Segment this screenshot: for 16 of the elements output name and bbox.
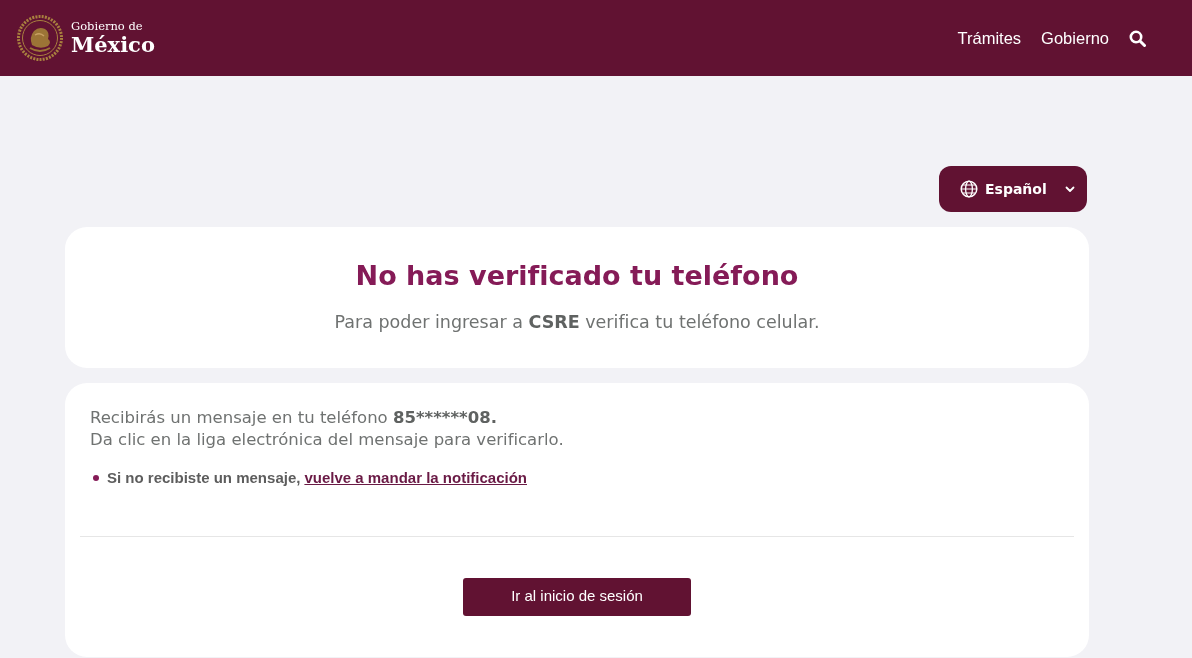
language-dropdown[interactable]: Español bbox=[939, 166, 1087, 212]
brand-text: Gobierno de bbox=[71, 20, 144, 33]
bullet-icon bbox=[93, 475, 99, 482]
search-icon[interactable] bbox=[1129, 29, 1146, 47]
subtitle-text: Para poder ingresar a CSRE verifica tu teléfono celular. bbox=[334, 310, 820, 334]
globe-icon bbox=[960, 180, 978, 198]
brand-text: México bbox=[71, 34, 155, 56]
verification-message: Recibirás un mensaje en tu teléfono 85******08. Da clic en la liga electrónica del mensaje para verificarlo. bbox=[90, 407, 565, 451]
nav-link[interactable]: Gobierno bbox=[1041, 25, 1109, 51]
page-title: No has verificado tu teléfono bbox=[355, 260, 799, 293]
login-button[interactable]: Ir al inicio de sesión bbox=[463, 577, 691, 616]
nav-link[interactable]: Trámites bbox=[957, 25, 1022, 51]
seal-icon bbox=[17, 15, 63, 61]
chevron-down-icon bbox=[1065, 185, 1075, 193]
resend-link[interactable]: vuelve a mandar la notificación bbox=[304, 467, 527, 490]
hint-text: Si no recibiste un mensaje, bbox=[107, 468, 301, 488]
